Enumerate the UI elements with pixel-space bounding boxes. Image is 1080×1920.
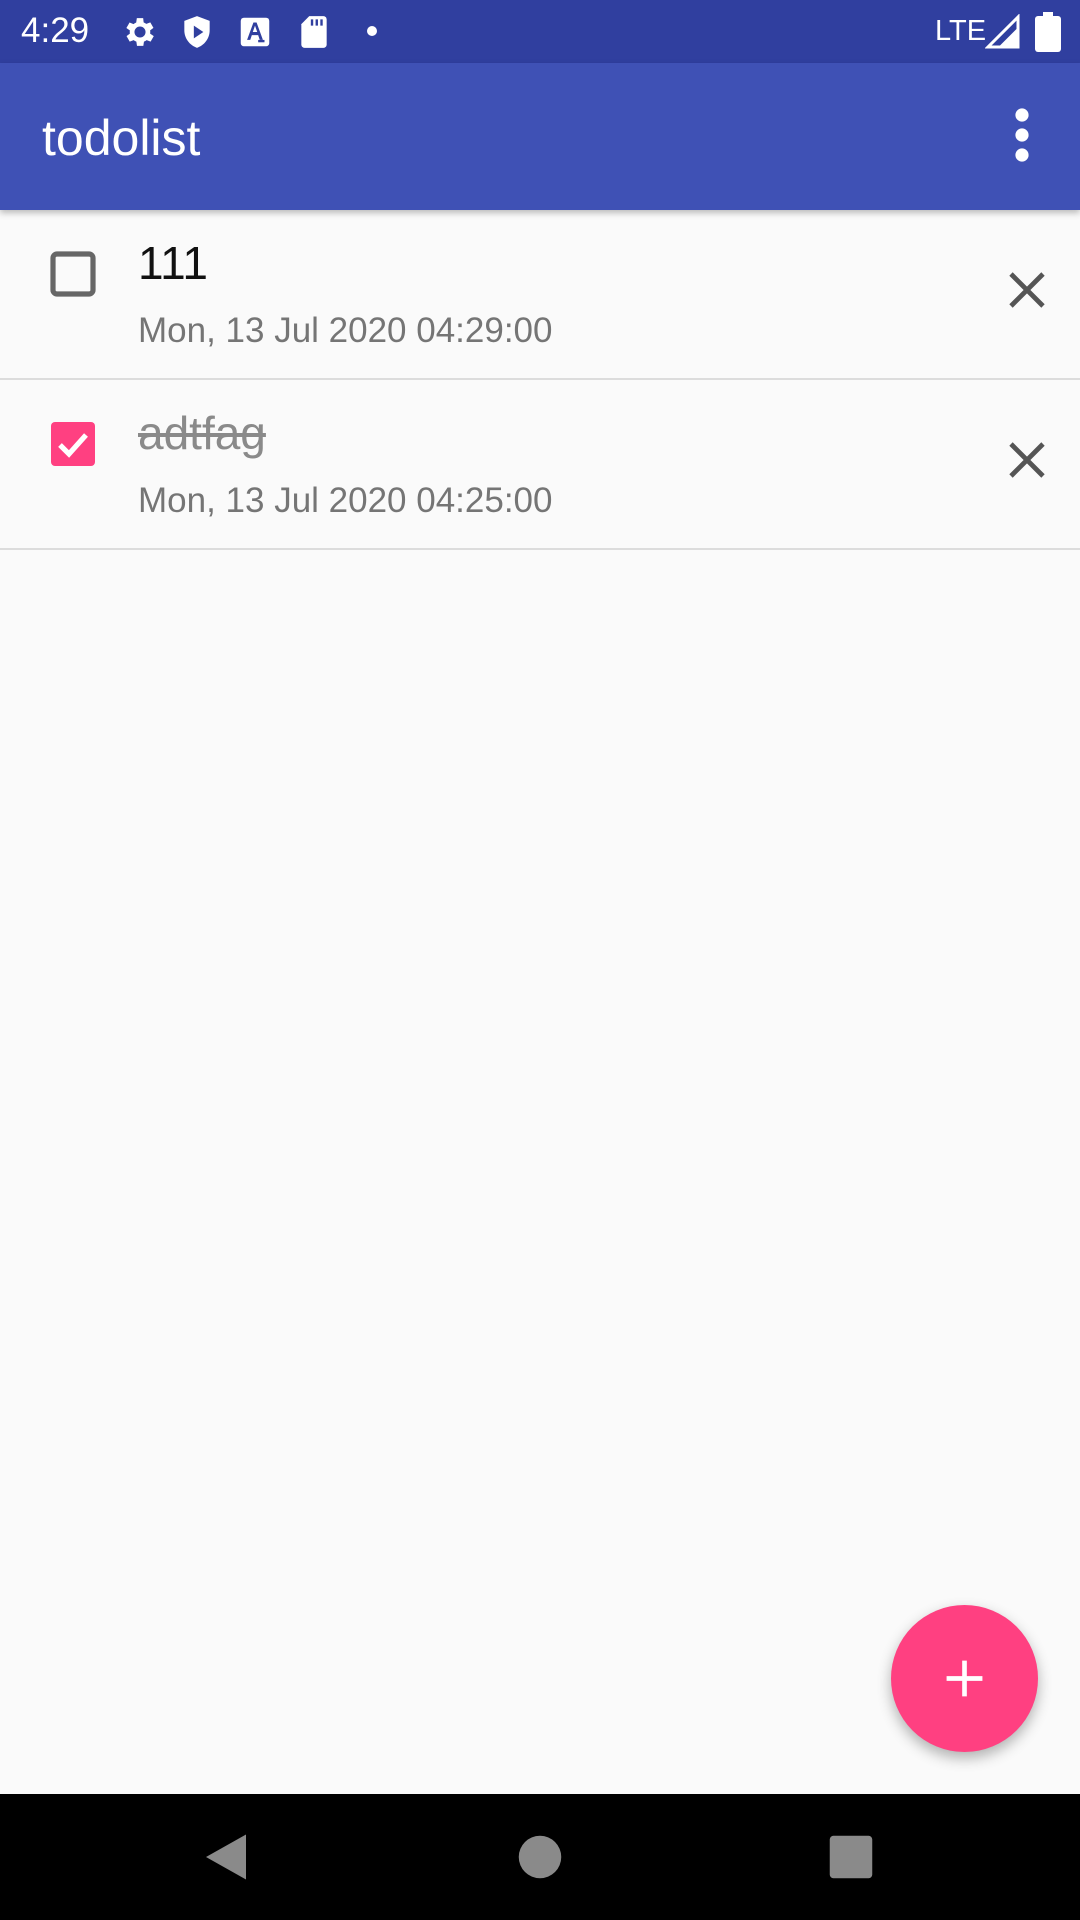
todo-title: 111 [138, 237, 208, 289]
todo-date: Mon, 13 Jul 2020 04:25:00 [138, 481, 553, 520]
sd-card-icon [295, 13, 333, 51]
nav-bar [0, 1794, 1080, 1920]
checkbox-checked-icon[interactable] [49, 420, 97, 468]
font-a-icon [236, 13, 274, 51]
signal-icon [985, 14, 1021, 50]
more-vert-icon[interactable] [998, 105, 1046, 165]
add-icon [946, 1660, 983, 1697]
app-bar: todolist [0, 63, 1080, 210]
status-time: 4:29 [21, 11, 90, 50]
home-icon[interactable] [510, 1827, 570, 1887]
todo-title: adtfag [138, 407, 266, 459]
add-todo-button[interactable] [891, 1605, 1038, 1752]
todo-list: 111 Mon, 13 Jul 2020 04:29:00 adtfag Mon… [0, 210, 1080, 550]
settings-icon [121, 13, 159, 51]
app-title: todolist [42, 110, 201, 166]
close-icon[interactable] [1003, 436, 1051, 484]
todo-item[interactable]: adtfag Mon, 13 Jul 2020 04:25:00 [0, 380, 1080, 550]
network-type: LTE [935, 15, 987, 47]
dot-icon [362, 21, 382, 41]
back-icon[interactable] [196, 1827, 256, 1887]
battery-icon [1035, 12, 1061, 52]
shield-play-icon [178, 13, 216, 51]
status-bar: 4:29 LTE [0, 0, 1080, 63]
todo-item[interactable]: 111 Mon, 13 Jul 2020 04:29:00 [0, 210, 1080, 380]
recents-icon[interactable] [821, 1827, 881, 1887]
close-icon[interactable] [1003, 266, 1051, 314]
checkbox-unchecked-icon[interactable] [49, 250, 97, 298]
todo-date: Mon, 13 Jul 2020 04:29:00 [138, 311, 553, 350]
